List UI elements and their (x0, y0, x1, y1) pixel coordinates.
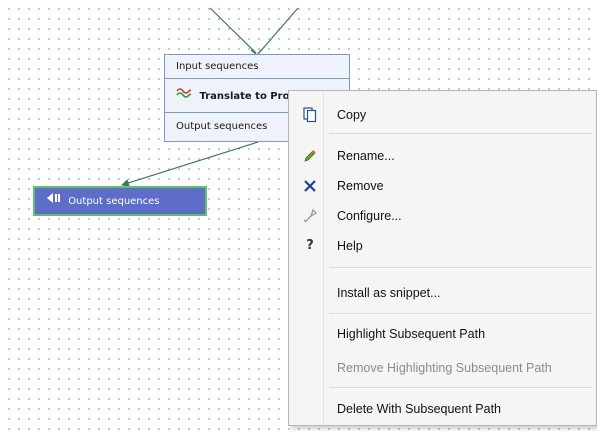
output-node-label: Output sequences (68, 196, 160, 207)
menu-separator (329, 387, 592, 388)
menu-item-remove[interactable]: Remove (289, 173, 596, 199)
incoming-connector-right (258, 7, 299, 54)
menu-item-configure[interactable]: Configure... (289, 203, 596, 229)
menu-item-highlight-path-label: Highlight Subsequent Path (337, 327, 486, 341)
menu-item-help-label: Help (337, 239, 363, 253)
output-sequences-node[interactable]: Output sequences (33, 186, 207, 216)
output-sequences-label: Output sequences (176, 121, 268, 132)
help-question-icon: ? (306, 238, 314, 253)
menu-item-install-snippet-label: Install as snippet... (337, 286, 441, 300)
menu-item-copy[interactable]: Copy (289, 102, 596, 128)
output-arrow-icon (47, 188, 61, 214)
menu-item-delete-path-label: Delete With Subsequent Path (337, 402, 501, 416)
pencil-icon (301, 147, 319, 165)
incoming-connector-left (209, 7, 257, 54)
input-sequences-port[interactable]: Input sequences (165, 55, 349, 79)
menu-separator (329, 267, 592, 268)
menu-item-delete-path[interactable]: Delete With Subsequent Path (289, 396, 596, 422)
menu-item-rename-label: Rename... (337, 149, 395, 163)
menu-item-install-snippet[interactable]: Install as snippet... (289, 280, 596, 306)
menu-separator (329, 133, 592, 134)
context-menu: Copy Rename... Remove Configure... ? Hel… (288, 90, 597, 426)
menu-item-help[interactable]: ? Help (289, 233, 596, 259)
menu-item-configure-label: Configure... (337, 209, 402, 223)
menu-separator (329, 313, 592, 314)
menu-item-rename[interactable]: Rename... (289, 143, 596, 169)
output-connector (121, 141, 259, 187)
wrench-icon (301, 207, 319, 225)
remove-x-icon (301, 177, 319, 195)
menu-item-highlight-path[interactable]: Highlight Subsequent Path (289, 321, 596, 347)
translate-wave-icon (176, 79, 192, 113)
workflow-canvas[interactable]: Input sequences Translate to Protein Out… (0, 0, 597, 432)
menu-item-copy-label: Copy (337, 108, 367, 122)
menu-item-remove-highlighting-label: Remove Highlighting Subsequent Path (337, 361, 552, 375)
menu-item-remove-highlighting: Remove Highlighting Subsequent Path (289, 355, 596, 381)
menu-item-remove-label: Remove (337, 179, 384, 193)
copy-icon (301, 106, 319, 124)
input-sequences-label: Input sequences (176, 61, 259, 72)
